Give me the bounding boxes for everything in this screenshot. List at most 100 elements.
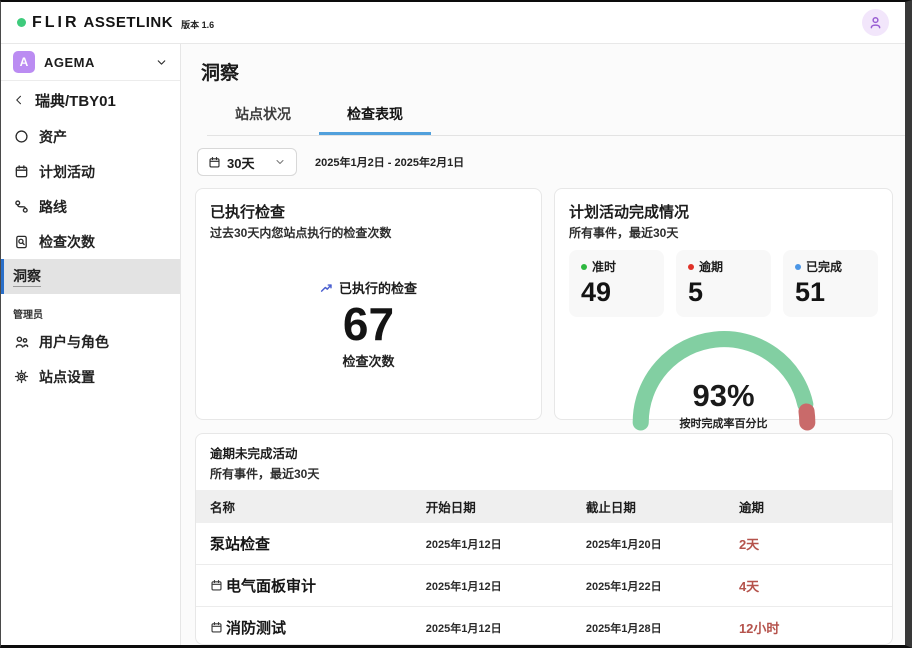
completion-gauge: 93% 按时完成率百分比: [616, 325, 832, 431]
overdue-table-body: 泵站检查2025年1月12日2025年1月20日2天电气面板审计2025年1月1…: [196, 523, 892, 645]
green-dot-icon: [581, 264, 587, 270]
app-window: FLIR ASSETLINK 版本 1.6 A AGEMA 瑞典/TBY01: [0, 0, 912, 648]
circle-icon: [13, 129, 30, 144]
sidebar-item-label: 资产: [39, 127, 67, 147]
column-header-due: 截止日期: [572, 490, 725, 523]
org-avatar: A: [13, 51, 35, 73]
sidebar-item-label: 洞察: [13, 266, 41, 287]
stat-on-time: 准时 49: [569, 250, 664, 317]
sidebar: A AGEMA 瑞典/TBY01 资产 计划活动: [1, 44, 181, 645]
column-header-overdue: 逾期: [725, 490, 892, 523]
flir-logo-dot-icon: [17, 18, 26, 27]
stat-value: 49: [581, 277, 652, 308]
sidebar-item-label: 路线: [39, 197, 67, 217]
column-header-start: 开始日期: [412, 490, 572, 523]
stat-label: 准时: [592, 258, 616, 275]
page-title: 洞察: [201, 58, 893, 85]
sidebar-item-site-settings[interactable]: 站点设置: [1, 359, 180, 394]
card-title: 已执行检查: [210, 201, 527, 222]
due-date: 2025年1月22日: [572, 565, 725, 607]
card-title: 计划活动完成情况: [569, 201, 878, 222]
date-range-text: 2025年1月2日 - 2025年2月1日: [315, 154, 464, 170]
gauge-percent: 93%: [616, 380, 832, 411]
activity-name: 电气面板审计: [226, 578, 316, 595]
activity-name: 消防测试: [226, 620, 286, 637]
tab-site-status[interactable]: 站点状况: [207, 95, 319, 135]
person-icon: [868, 15, 883, 30]
due-date: 2025年1月28日: [572, 607, 725, 646]
range-label: 30天: [227, 153, 254, 172]
start-date: 2025年1月12日: [412, 607, 572, 646]
sidebar-item-inspections[interactable]: 检查次数: [1, 224, 180, 259]
sidebar-item-users-roles[interactable]: 用户与角色: [1, 324, 180, 359]
due-date: 2025年1月20日: [572, 523, 725, 565]
start-date: 2025年1月12日: [412, 523, 572, 565]
calendar-icon: [210, 579, 223, 596]
clipboard-search-icon: [13, 234, 30, 249]
version-label: 版本 1.6: [181, 18, 214, 31]
sidebar-item-planned-activities[interactable]: 计划活动: [1, 154, 180, 189]
table-row[interactable]: 电气面板审计 2025年1月12日2025年1月22日4天: [196, 565, 892, 607]
chevron-down-icon: [274, 156, 286, 168]
table-row[interactable]: 消防测试 2025年1月12日2025年1月28日12小时: [196, 607, 892, 646]
filter-row: 30天 2025年1月2日 - 2025年2月1日: [197, 148, 893, 176]
gauge-caption: 按时完成率百分比: [616, 415, 832, 431]
overdue-duration: 4天: [725, 565, 892, 607]
tab-inspection-performance[interactable]: 检查表现: [319, 95, 431, 135]
main-content: 洞察 站点状况 检查表现 30天 2025年1月2日 - 2025年2月1日 已…: [181, 44, 905, 645]
trend-icon: [320, 281, 333, 294]
sidebar-item-assets[interactable]: 资产: [1, 119, 180, 154]
gear-icon: [13, 369, 30, 384]
overdue-duration: 2天: [725, 523, 892, 565]
card-subtitle: 所有事件，最近30天: [210, 465, 878, 482]
stat-label: 已完成: [806, 258, 842, 275]
org-name: AGEMA: [44, 55, 146, 70]
column-header-name: 名称: [196, 490, 412, 523]
chevron-down-icon: [155, 56, 168, 69]
stat-value: 51: [795, 277, 866, 308]
site-name: 瑞典/TBY01: [35, 90, 116, 111]
sidebar-item-label: 检查次数: [39, 232, 95, 252]
stat-completed: 已完成 51: [783, 250, 878, 317]
date-range-dropdown[interactable]: 30天: [197, 148, 297, 176]
stat-label: 逾期: [699, 258, 723, 275]
overdue-activities-card: 逾期未完成活动 所有事件，最近30天 名称 开始日期 截止日期 逾期 泵站检查 2…: [195, 433, 893, 645]
executed-count: 67: [343, 299, 394, 350]
brand-logo: FLIR ASSETLINK 版本 1.6: [17, 14, 214, 32]
sidebar-item-label: 站点设置: [39, 367, 95, 387]
sidebar-item-label: 用户与角色: [39, 332, 109, 352]
activity-name: 泵站检查: [210, 536, 270, 553]
start-date: 2025年1月12日: [412, 565, 572, 607]
sidebar-item-insights[interactable]: 洞察: [1, 259, 180, 294]
completion-card: 计划活动完成情况 所有事件，最近30天 准时 49 逾期 5 已完成: [554, 188, 893, 420]
sidebar-item-routes[interactable]: 路线: [1, 189, 180, 224]
top-bar: FLIR ASSETLINK 版本 1.6: [1, 2, 905, 44]
site-back-link[interactable]: 瑞典/TBY01: [1, 81, 180, 119]
brand-flir: FLIR: [32, 14, 80, 32]
sidebar-item-label: 计划活动: [39, 162, 95, 182]
overdue-table: 名称 开始日期 截止日期 逾期 泵站检查2025年1月12日2025年1月20日…: [196, 490, 892, 645]
table-header-row: 名称 开始日期 截止日期 逾期: [196, 490, 892, 523]
blue-dot-icon: [795, 264, 801, 270]
red-dot-icon: [688, 264, 694, 270]
executed-inspections-card: 已执行检查 过去30天内您站点执行的检查次数 已执行的检查 67 检查次数: [195, 188, 542, 420]
metric-label: 已执行的检查: [339, 278, 417, 297]
calendar-icon: [13, 164, 30, 179]
user-avatar[interactable]: [862, 9, 889, 36]
table-row[interactable]: 泵站检查 2025年1月12日2025年1月20日2天: [196, 523, 892, 565]
stat-overdue: 逾期 5: [676, 250, 771, 317]
card-subtitle: 所有事件，最近30天: [569, 224, 878, 241]
card-subtitle: 过去30天内您站点执行的检查次数: [210, 224, 527, 241]
metric-unit: 检查次数: [342, 351, 394, 370]
admin-section-label: 管理员: [13, 306, 180, 321]
calendar-icon: [208, 156, 221, 169]
org-switcher[interactable]: A AGEMA: [1, 44, 180, 81]
stat-value: 5: [688, 277, 759, 308]
route-icon: [13, 199, 30, 214]
brand-assetlink: ASSETLINK: [84, 14, 174, 31]
chevron-left-icon: [13, 94, 25, 106]
tab-bar: 站点状况 检查表现: [207, 95, 905, 136]
people-icon: [13, 334, 30, 350]
overdue-duration: 12小时: [725, 607, 892, 646]
card-title: 逾期未完成活动: [210, 443, 878, 462]
